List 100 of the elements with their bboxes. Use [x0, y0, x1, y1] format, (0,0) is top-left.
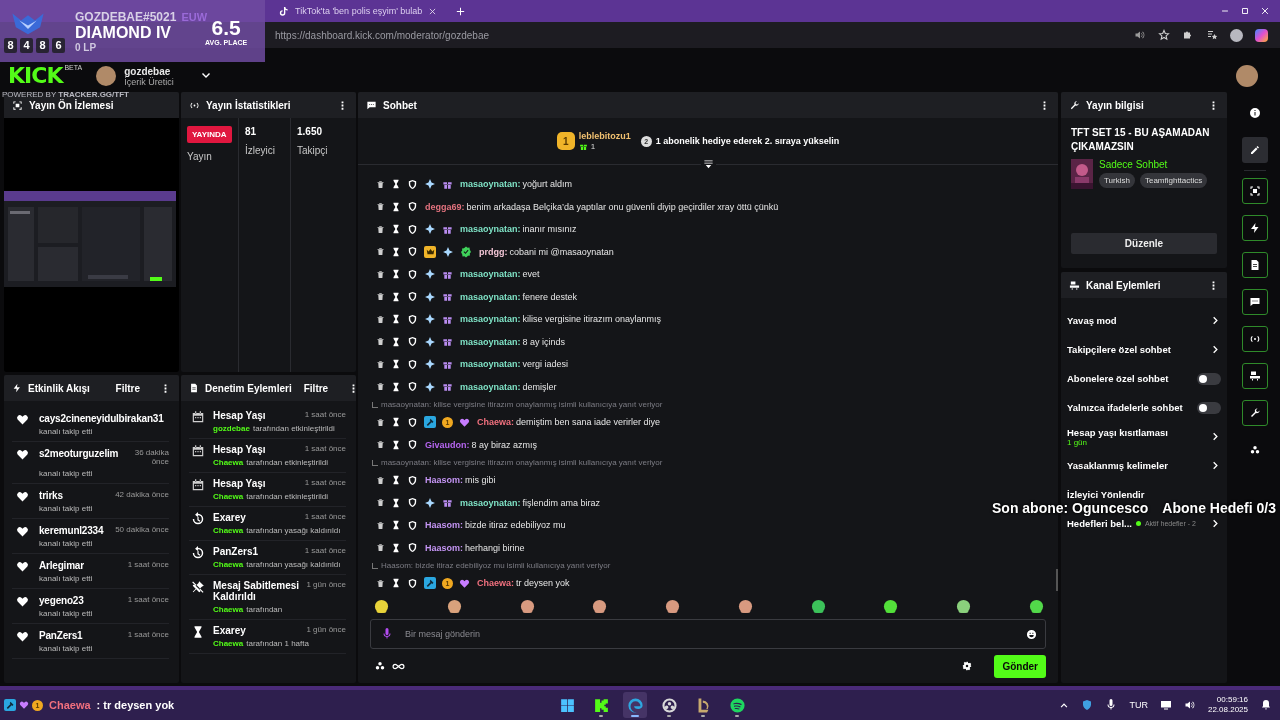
trash-icon[interactable]: [376, 498, 385, 508]
shield-icon[interactable]: [407, 246, 418, 258]
pencil-icon[interactable]: [1249, 144, 1261, 156]
monitor-icon[interactable]: [1159, 699, 1172, 711]
settings-icon[interactable]: [962, 661, 973, 671]
hourglass-icon[interactable]: [391, 269, 401, 280]
trash-icon[interactable]: [376, 269, 385, 279]
profile-avatar[interactable]: [1230, 28, 1243, 42]
browser-tab[interactable]: TikTok'ta 'ben polis eşyim' bulab: [295, 6, 423, 16]
clock-time[interactable]: 00:59:16: [1216, 695, 1248, 705]
notification-icon[interactable]: [1260, 699, 1272, 711]
hourglass-icon[interactable]: [391, 520, 401, 531]
chat-username[interactable]: prdgg:: [479, 246, 508, 257]
shield-icon[interactable]: [407, 497, 418, 509]
hourglass-icon[interactable]: [391, 201, 401, 212]
category-link[interactable]: Sadece Sohbet: [1099, 159, 1208, 170]
shield-icon[interactable]: [407, 381, 418, 393]
hourglass-icon[interactable]: [391, 381, 401, 392]
extensions-icon[interactable]: [1182, 29, 1194, 41]
chat-username[interactable]: masaoynatan:: [460, 269, 521, 280]
trash-icon[interactable]: [376, 292, 385, 302]
shield-icon[interactable]: [407, 542, 418, 554]
close-icon[interactable]: [1260, 6, 1270, 16]
hourglass-icon[interactable]: [391, 246, 401, 257]
emote-icon[interactable]: [956, 598, 972, 614]
chat-username[interactable]: masaoynatan:: [460, 497, 521, 508]
shield-icon[interactable]: [407, 201, 418, 213]
tag-chip[interactable]: Teamfighttactics: [1139, 173, 1208, 188]
chat-username[interactable]: Chaewa:: [477, 578, 514, 589]
channel-action[interactable]: Hesap yaşı kısıtlaması: [1067, 426, 1168, 438]
shield-icon[interactable]: [407, 474, 418, 486]
scrollbar[interactable]: [1056, 569, 1058, 591]
trash-icon[interactable]: [376, 578, 385, 588]
widget-button[interactable]: [1242, 178, 1268, 204]
emote-icon[interactable]: [446, 598, 462, 614]
info-icon[interactable]: [1249, 107, 1261, 119]
filter-button[interactable]: Filtre: [115, 382, 140, 394]
hourglass-icon[interactable]: [391, 417, 401, 428]
favorites-icon[interactable]: [1206, 29, 1218, 41]
trash-icon[interactable]: [376, 475, 385, 485]
hourglass-icon[interactable]: [391, 578, 401, 589]
message-input[interactable]: Bir mesaj gönderin: [403, 621, 1016, 647]
emote-icon[interactable]: [1028, 598, 1044, 614]
shield-icon[interactable]: [407, 519, 418, 531]
channel-action[interactable]: Yavaş mod: [1067, 315, 1117, 326]
emote-icon[interactable]: [592, 598, 608, 614]
address-field[interactable]: https://dashboard.kick.com/moderator/gozdebae: [275, 29, 489, 41]
emoji-icon[interactable]: [1026, 628, 1037, 640]
star-icon[interactable]: [1158, 29, 1170, 41]
trash-icon[interactable]: [376, 314, 385, 324]
channel-action[interactable]: Yalnızca ifadelerle sohbet: [1067, 402, 1183, 413]
trash-icon[interactable]: [376, 337, 385, 347]
trash-icon[interactable]: [376, 417, 385, 427]
chat-username[interactable]: masaoynatan:: [460, 336, 521, 347]
chevron-right-icon[interactable]: [1210, 315, 1221, 326]
shield-icon[interactable]: [407, 439, 418, 451]
toggle-switch[interactable]: [1197, 372, 1221, 385]
chat-username[interactable]: Haasom:: [425, 520, 463, 531]
trash-icon[interactable]: [376, 202, 385, 212]
chat-username[interactable]: masaoynatan:: [460, 291, 521, 302]
chat-username[interactable]: Givaudon:: [425, 439, 470, 450]
hourglass-icon[interactable]: [391, 475, 401, 486]
hourglass-icon[interactable]: [391, 314, 401, 325]
shield-icon[interactable]: [407, 268, 418, 280]
trash-icon[interactable]: [376, 224, 385, 234]
channel-action[interactable]: Takipçilere özel sohbet: [1067, 344, 1171, 355]
trash-icon[interactable]: [376, 179, 385, 189]
music-note-icon[interactable]: [278, 5, 289, 17]
microphone-icon[interactable]: [381, 628, 393, 640]
widget-button[interactable]: [1242, 289, 1268, 315]
chevron-right-icon[interactable]: [1210, 460, 1221, 471]
dots-icon[interactable]: [1249, 444, 1261, 456]
message-box[interactable]: Bir mesaj gönderin: [370, 619, 1046, 649]
read-aloud-icon[interactable]: [1134, 29, 1146, 41]
document-icon[interactable]: [1249, 259, 1261, 271]
send-button[interactable]: Gönder: [994, 654, 1046, 678]
hourglass-icon[interactable]: [391, 291, 401, 302]
channel-action[interactable]: İzleyici Yönlendir: [1067, 489, 1145, 500]
edit-button[interactable]: Düzenle: [1071, 233, 1217, 254]
trash-icon[interactable]: [376, 520, 385, 530]
chat-username[interactable]: masaoynatan:: [460, 314, 521, 325]
widget-button[interactable]: [1242, 252, 1268, 278]
language-indicator[interactable]: TUR: [1129, 700, 1148, 710]
avatar[interactable]: [96, 66, 117, 86]
shield-icon[interactable]: [407, 223, 418, 235]
emote-icon[interactable]: [519, 598, 535, 614]
kick-logo[interactable]: KICK: [8, 64, 63, 88]
widget-button[interactable]: [1242, 363, 1268, 389]
chat-username[interactable]: masaoynatan:: [460, 224, 521, 235]
new-tab-icon[interactable]: [455, 5, 467, 17]
copilot-icon[interactable]: [1255, 28, 1268, 42]
emote-icon[interactable]: [883, 598, 899, 614]
emote-icon[interactable]: [737, 598, 753, 614]
shield-icon[interactable]: [407, 291, 418, 303]
hourglass-icon[interactable]: [391, 179, 401, 190]
toggle-switch[interactable]: [1197, 401, 1221, 414]
emote-icon[interactable]: [374, 598, 389, 614]
chat-username[interactable]: Haasom:: [425, 542, 463, 553]
trash-icon[interactable]: [376, 440, 385, 450]
emote-icon[interactable]: [810, 598, 826, 614]
